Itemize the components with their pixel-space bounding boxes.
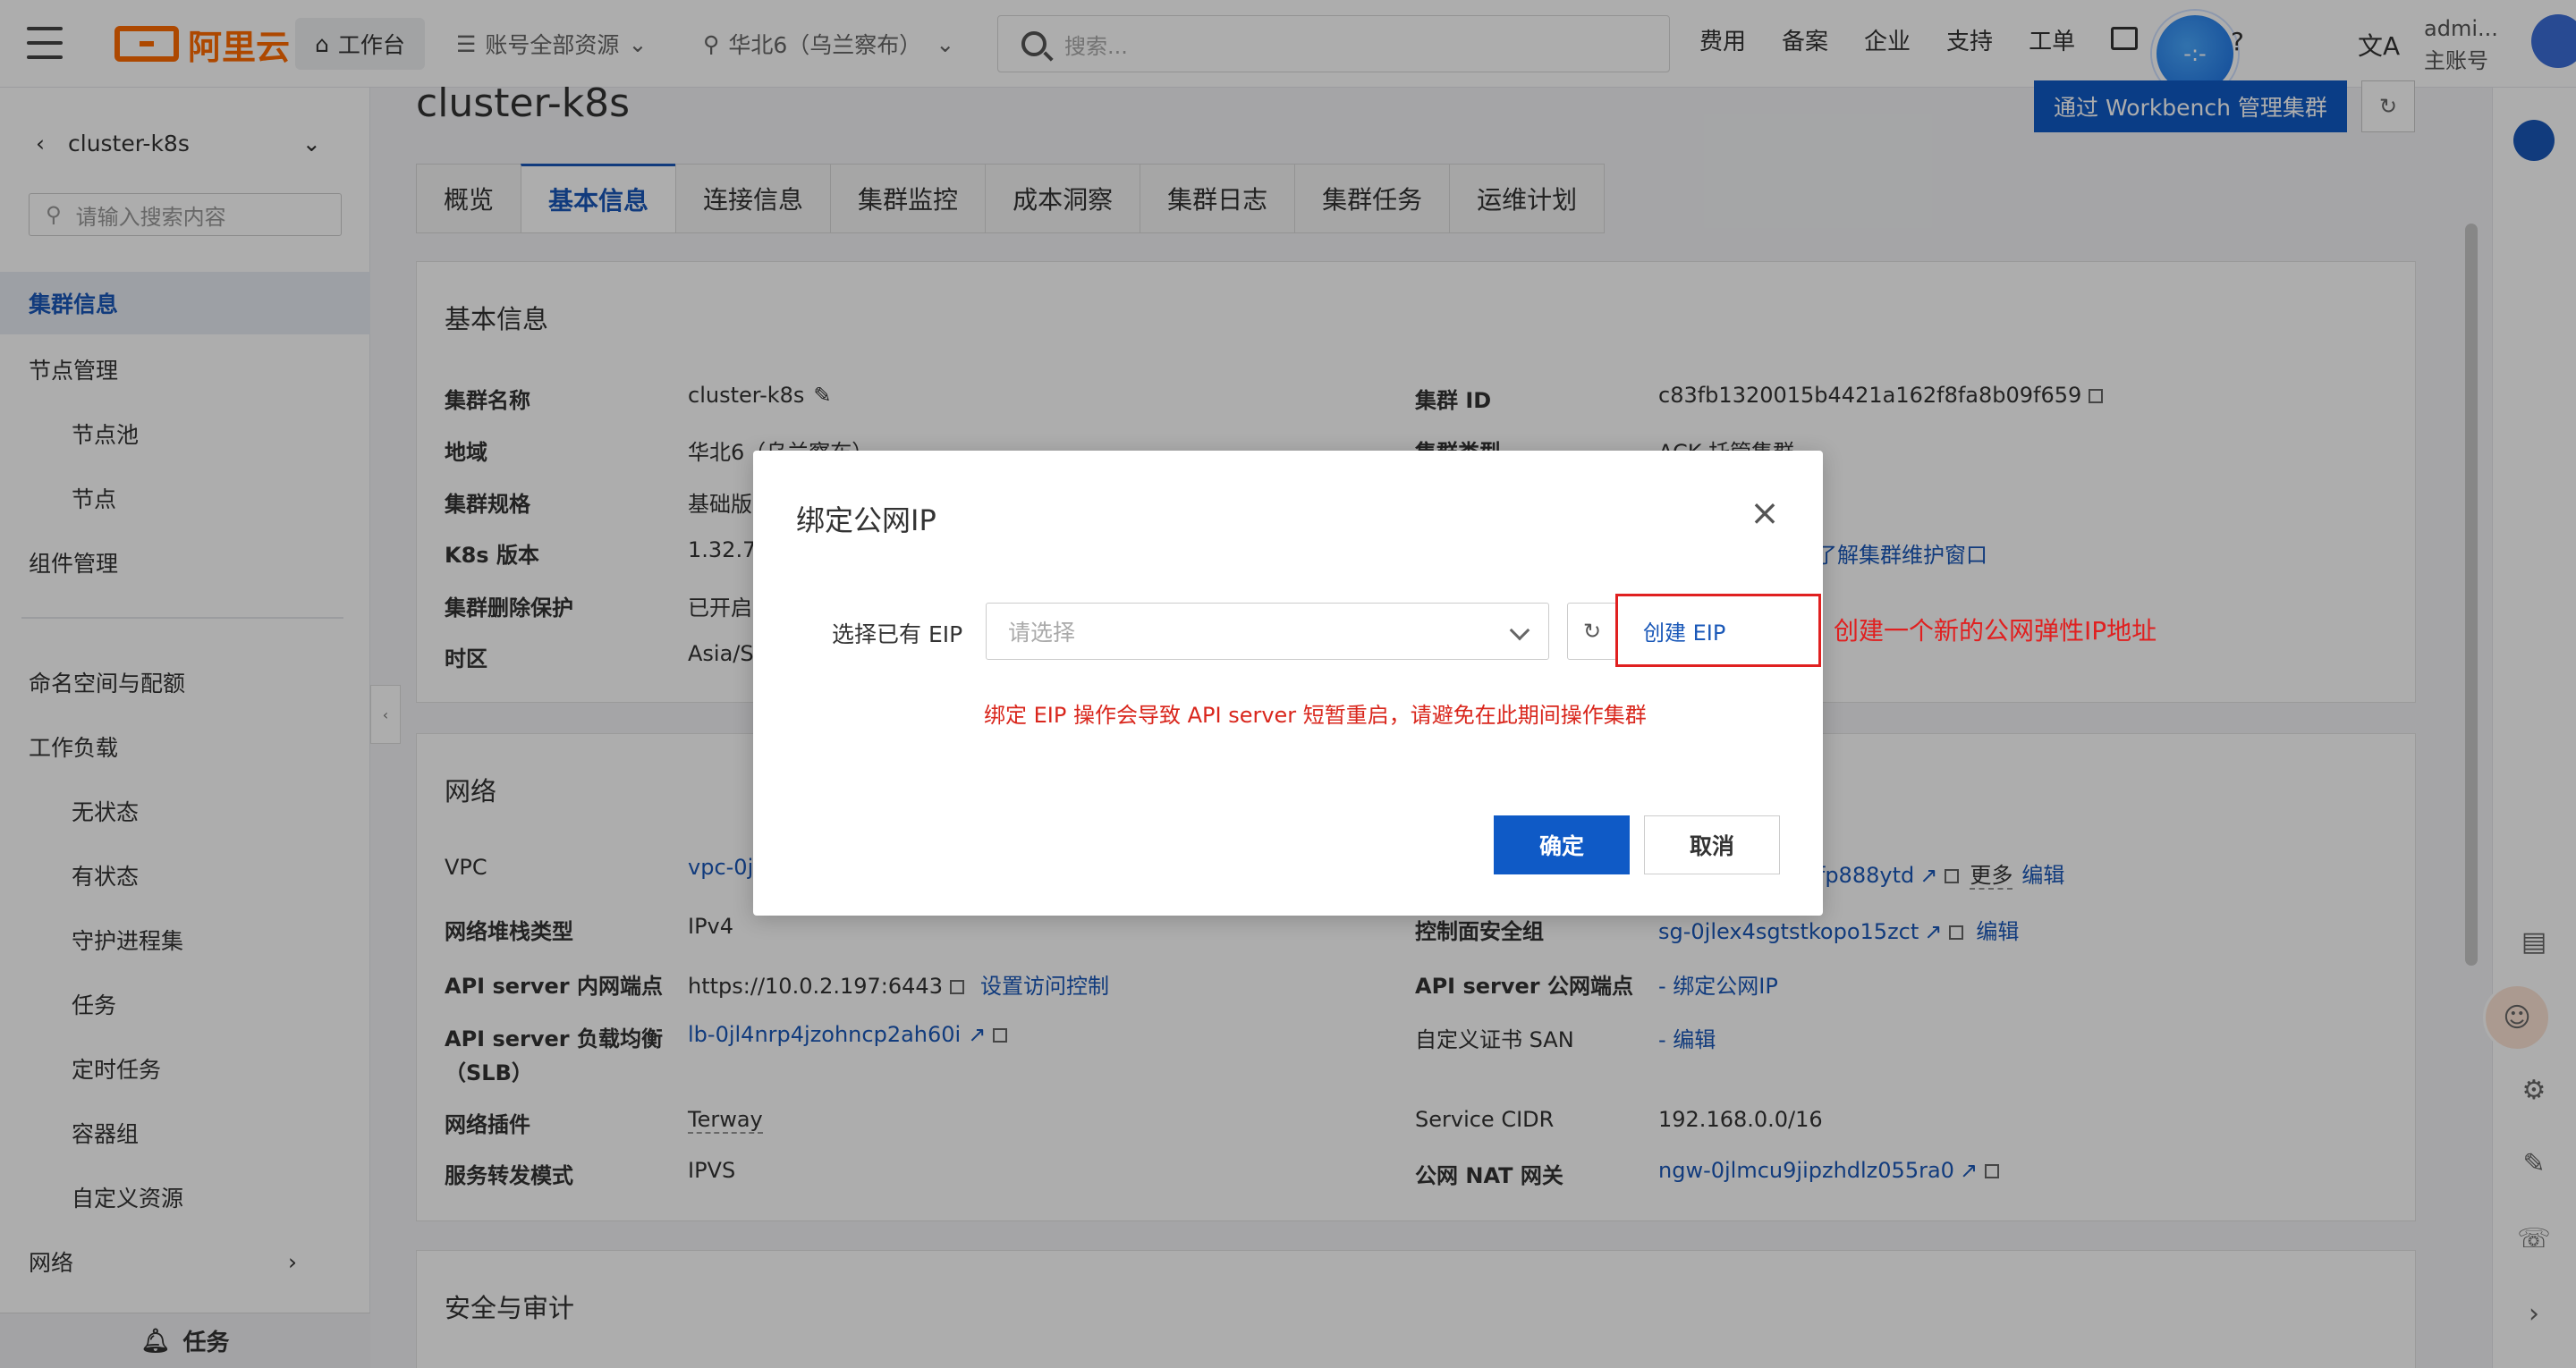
ok-button[interactable]: 确定 [1494, 815, 1630, 874]
cancel-button[interactable]: 取消 [1644, 815, 1780, 874]
eip-select-label: 选择已有 EIP [832, 621, 963, 647]
refresh-icon[interactable]: ↻ [1567, 603, 1617, 660]
chevron-down-icon [1509, 620, 1530, 641]
dialog-title: 绑定公网IP [796, 503, 936, 537]
close-icon[interactable]: × [1747, 495, 1783, 533]
create-eip-link[interactable]: 创建 EIP [1615, 594, 1821, 667]
eip-select[interactable]: 请选择 [986, 603, 1549, 660]
annotation-text: 创建一个新的公网弹性IP地址 [1834, 616, 2157, 646]
warning-text: 绑定 EIP 操作会导致 API server 短暂重启，请避免在此期间操作集群 [984, 703, 1647, 728]
